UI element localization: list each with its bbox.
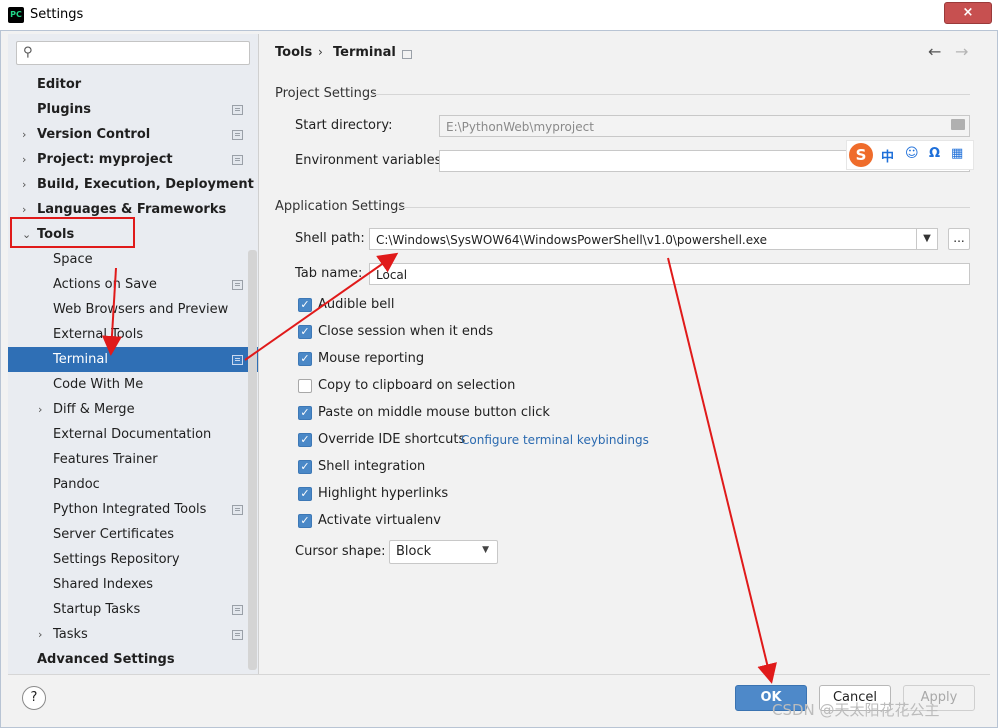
annotation-arrow-to-shell <box>244 252 399 361</box>
annotation-arrows <box>101 252 777 684</box>
annotation-arrow-down <box>101 267 122 356</box>
annotation-arrow-to-ok <box>667 257 777 684</box>
